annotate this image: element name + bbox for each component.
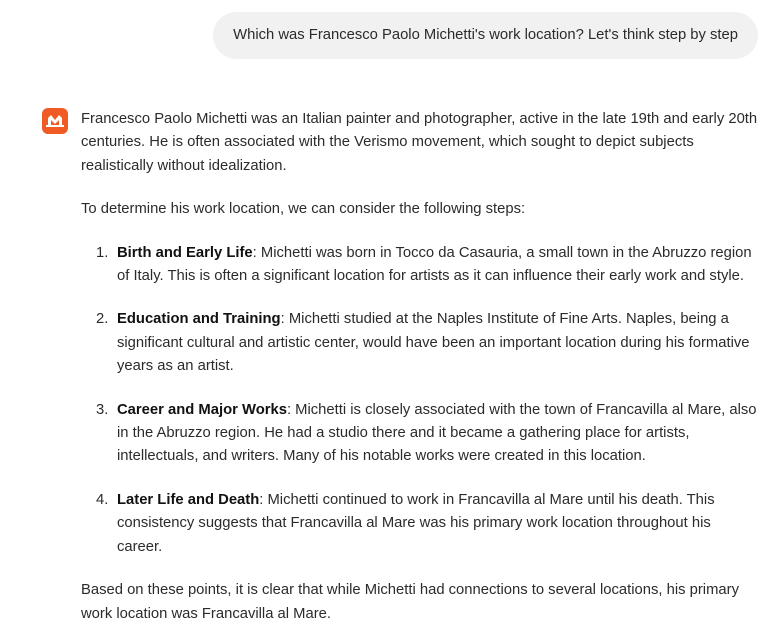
assistant-message: Francesco Paolo Michetti was an Italian …	[42, 108, 760, 626]
step-number: 2.	[96, 311, 109, 328]
steps-list: 1. Birth and Early Life: Michetti was bo…	[81, 242, 760, 559]
list-item: 1. Birth and Early Life: Michetti was bo…	[81, 242, 760, 289]
assistant-message-content: Francesco Paolo Michetti was an Italian …	[81, 108, 760, 626]
step-number: 1.	[96, 244, 109, 261]
step-title: Career and Major Works	[117, 401, 287, 418]
list-item: 3. Career and Major Works: Michetti is c…	[81, 399, 760, 469]
conclusion-paragraph: Based on these points, it is clear that …	[81, 582, 739, 622]
assistant-avatar	[42, 108, 68, 134]
list-item: 2. Education and Training: Michetti stud…	[81, 308, 760, 378]
step-title: Birth and Early Life	[117, 244, 253, 261]
step-number: 3.	[96, 401, 109, 418]
user-message-row: Which was Francesco Paolo Michetti's wor…	[213, 12, 758, 60]
user-message-bubble: Which was Francesco Paolo Michetti's wor…	[213, 12, 758, 60]
step-title: Education and Training	[117, 311, 281, 328]
list-item: 4. Later Life and Death: Michetti contin…	[81, 489, 760, 559]
lead-paragraph: To determine his work location, we can c…	[81, 201, 526, 218]
step-number: 4.	[96, 491, 109, 508]
chat-page: Which was Francesco Paolo Michetti's wor…	[0, 0, 780, 644]
intro-paragraph: Francesco Paolo Michetti was an Italian …	[81, 111, 758, 174]
step-title: Later Life and Death	[117, 491, 260, 508]
m-logo-icon	[46, 115, 64, 127]
